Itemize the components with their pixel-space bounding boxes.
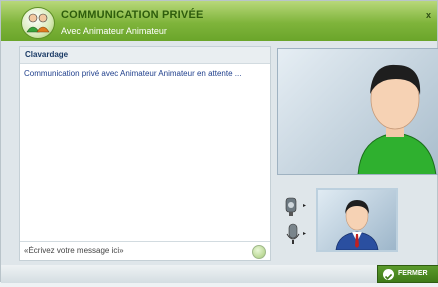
local-video (316, 188, 398, 252)
remote-video (277, 48, 438, 175)
message-input-row (20, 241, 270, 260)
window-subtitle: Avec Animateur Animateur (61, 26, 167, 36)
chat-message: Communication privé avec Animateur Anima… (24, 69, 242, 78)
checkmark-icon (383, 269, 394, 280)
chat-header: Clavardage (20, 47, 270, 64)
close-button[interactable]: FERMER (377, 265, 438, 283)
speaker-icon[interactable] (283, 194, 305, 218)
title-bar[interactable]: COMMUNICATION PRIVÉE Avec Animateur Anim… (1, 1, 437, 41)
close-button-label: FERMER (398, 270, 428, 277)
private-chat-window: COMMUNICATION PRIVÉE Avec Animateur Anim… (0, 0, 438, 283)
remote-user-avatar (357, 64, 437, 174)
chat-header-label: Clavardage (25, 50, 69, 59)
microphone-volume-arrow[interactable]: ▸ (303, 230, 309, 237)
chat-panel: Clavardage Communication privé avec Anim… (19, 46, 271, 261)
local-user-avatar (335, 200, 379, 250)
send-icon[interactable] (252, 245, 266, 259)
close-window-icon[interactable]: x (426, 10, 431, 20)
speaker-volume-arrow[interactable]: ▸ (303, 202, 309, 209)
footer-bar (1, 265, 437, 283)
chat-log[interactable]: Communication privé avec Animateur Anima… (24, 69, 264, 239)
message-input[interactable] (24, 244, 246, 257)
window-title: COMMUNICATION PRIVÉE (61, 9, 204, 21)
users-icon (21, 7, 55, 39)
microphone-icon[interactable] (283, 222, 305, 246)
